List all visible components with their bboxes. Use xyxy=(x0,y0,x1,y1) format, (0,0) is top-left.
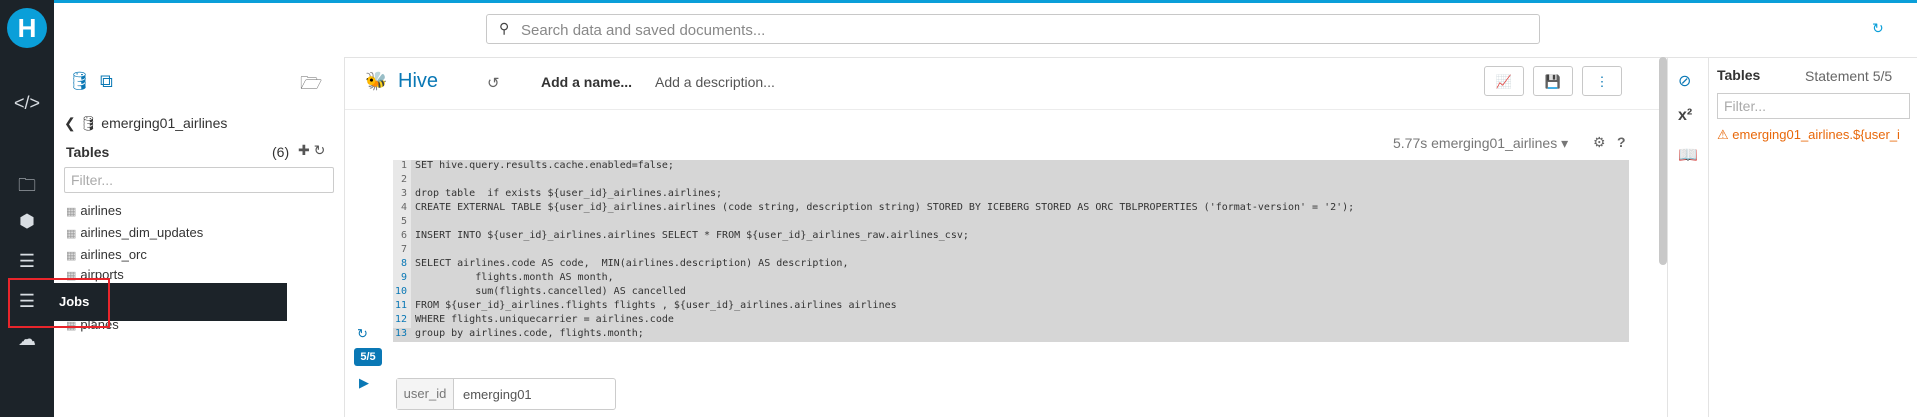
sql-editor[interactable]: 1 SET hive.query.results.cache.enabled=fa… xyxy=(393,160,1629,328)
tables-header: Tables xyxy=(66,144,110,160)
statement-label: Statement 5/5 xyxy=(1805,68,1893,84)
chart-icon: 📈 xyxy=(1495,74,1513,89)
history-icon[interactable]: ↻ xyxy=(1872,20,1884,37)
code-line: 11 FROM ${user_id}_airlines.flights fligh… xyxy=(394,300,897,311)
code-line: 10 sum(flights.cancelled) AS cancelled xyxy=(394,286,686,297)
right-assist-tabs: ⊘ x² 📖 xyxy=(1667,57,1709,417)
table-item[interactable]: ▦ airlines xyxy=(66,203,122,218)
compass-icon[interactable]: ⊘ xyxy=(1678,71,1691,91)
query-description-field[interactable]: Add a description... xyxy=(655,74,775,90)
code-line: 5 xyxy=(400,216,407,227)
code-line: 4 CREATE EXTERNAL TABLE ${user_id}_airlin… xyxy=(400,202,1355,213)
jobs-highlight-box xyxy=(8,278,110,328)
left-nav: H </> 🗀 ⬢ ☰ ☰ ☁ xyxy=(0,0,54,417)
search-placeholder: Search data and saved documents... xyxy=(521,22,766,39)
refresh-statement-icon[interactable]: ↻ xyxy=(357,326,368,342)
database-tab-icon[interactable]: 🛢 xyxy=(68,71,91,92)
top-bar: ⚲ Search data and saved documents... ↻ xyxy=(54,3,1917,58)
statement-badge: 5/5 xyxy=(354,348,382,366)
history-icon[interactable]: ↺ xyxy=(487,74,500,92)
tables-count: (6) xyxy=(272,144,290,160)
execution-info[interactable]: 5.77s emerging01_airlines ▾ xyxy=(1393,135,1568,152)
right-assist-panel: Tables Statement 5/5 Filter... ⚠ emergin… xyxy=(1707,57,1917,417)
search-icon: ⚲ xyxy=(499,20,510,36)
hue-logo[interactable]: H xyxy=(7,8,47,48)
database-name: emerging01_airlines xyxy=(101,115,228,131)
more-button[interactable]: ⋮ xyxy=(1582,66,1622,96)
code-line: 7 xyxy=(400,244,407,255)
cubes-icon[interactable]: ⬢ xyxy=(13,208,41,234)
warning-text: emerging01_airlines.${user_i xyxy=(1732,127,1900,142)
book-icon[interactable]: 📖 xyxy=(1678,145,1698,165)
parameter-field[interactable]: user_id emerging01 xyxy=(396,378,616,410)
exec-time: 5.77s xyxy=(1393,135,1428,151)
functions-icon[interactable]: x² xyxy=(1678,107,1692,125)
table-item[interactable]: ▦ airlines_orc xyxy=(66,247,147,262)
back-arrow-icon[interactable]: ❮ xyxy=(64,115,76,131)
code-line: 12 WHERE flights.uniquecarrier = airlines… xyxy=(394,314,674,325)
right-filter-input[interactable]: Filter... xyxy=(1717,93,1910,119)
dialect-title[interactable]: Hive xyxy=(398,70,438,93)
parameter-label: user_id xyxy=(397,379,454,409)
search-input[interactable]: ⚲ Search data and saved documents... xyxy=(486,14,1540,44)
database-icon[interactable]: ☰ xyxy=(13,248,41,274)
help-icon[interactable]: ? xyxy=(1617,134,1626,150)
editor-header: 🐝 Hive ↺ Add a name... Add a description… xyxy=(345,57,1667,110)
run-icon[interactable]: ▶ xyxy=(359,375,369,391)
code-icon[interactable]: </> xyxy=(13,90,41,116)
database-breadcrumb[interactable]: ❮ 🛢 emerging01_airlines xyxy=(64,115,227,132)
settings-gear-icon[interactable]: ⚙ xyxy=(1593,134,1606,151)
tables-actions: ✚ ↻ xyxy=(298,142,325,159)
chart-button[interactable]: 📈 xyxy=(1484,66,1524,96)
folder-icon[interactable]: 🗀 xyxy=(13,172,41,198)
caret-down-icon: ▾ xyxy=(1561,135,1569,151)
code-line: 6 INSERT INTO ${user_id}_airlines.airline… xyxy=(400,230,969,241)
table-icon: ▦ xyxy=(66,206,77,218)
query-name-field[interactable]: Add a name... xyxy=(541,74,632,90)
code-line: 1 SET hive.query.results.cache.enabled=fa… xyxy=(400,160,674,171)
more-vertical-icon: ⋮ xyxy=(1595,74,1609,89)
assist-panel: 🛢 ⧉ 🗁 ❮ 🛢 emerging01_airlines Tables (6)… xyxy=(54,57,345,417)
files-tab-icon[interactable]: 🗁 xyxy=(300,71,322,101)
code-line: 3 drop table if exists ${user_id}_airline… xyxy=(400,188,723,199)
add-table-icon[interactable]: ✚ xyxy=(298,142,310,158)
database-icon: 🛢 xyxy=(79,115,98,131)
code-line: 8 SELECT airlines.code AS code, MIN(airli… xyxy=(400,258,849,269)
code-line: 13 group by airlines.code, flights.month; xyxy=(393,328,1629,342)
parameter-value[interactable]: emerging01 xyxy=(463,387,532,402)
table-item[interactable]: ▦ airlines_dim_updates xyxy=(66,225,203,240)
save-button[interactable]: 💾 xyxy=(1533,66,1573,96)
exec-database: emerging01_airlines xyxy=(1431,135,1558,151)
editor-scrollbar[interactable] xyxy=(1659,57,1667,265)
warning-icon: ⚠ xyxy=(1717,127,1729,142)
table-icon: ▦ xyxy=(66,250,77,262)
table-icon: ▦ xyxy=(66,228,77,240)
cloud-upload-icon[interactable]: ☁ xyxy=(13,326,41,352)
refresh-icon[interactable]: ↻ xyxy=(314,142,326,158)
code-line: 9 flights.month AS month, xyxy=(400,272,614,283)
right-tables-label: Tables xyxy=(1717,67,1761,83)
save-icon: 💾 xyxy=(1544,74,1562,89)
documents-tab-icon[interactable]: ⧉ xyxy=(100,71,113,92)
tables-filter-input[interactable]: Filter... xyxy=(64,167,334,193)
hive-logo-icon: 🐝 xyxy=(365,71,388,91)
code-line: 2 xyxy=(400,174,407,185)
warning-item[interactable]: ⚠ emerging01_airlines.${user_i xyxy=(1717,127,1900,143)
